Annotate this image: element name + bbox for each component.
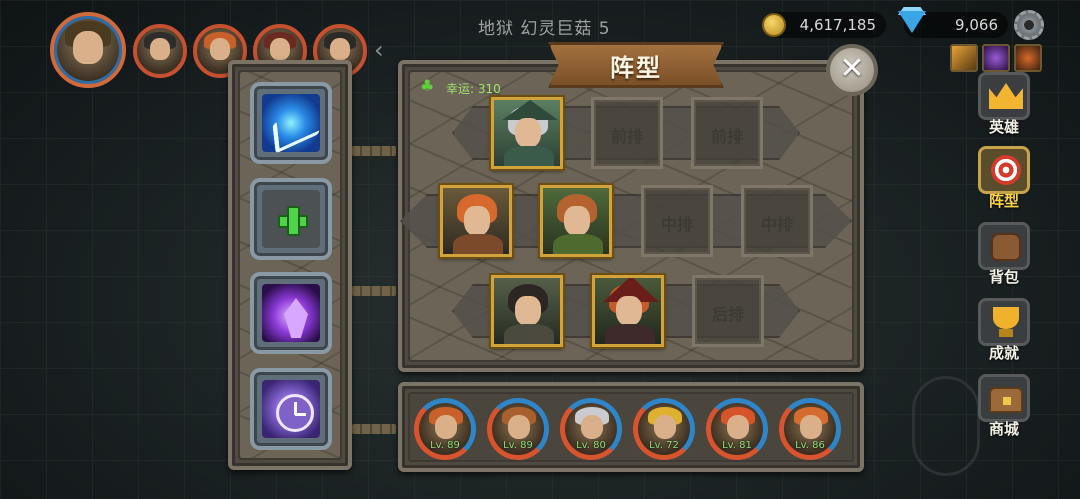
clock-skill-slot[interactable] (250, 368, 332, 450)
nav-icon-frame (978, 72, 1030, 120)
trophy-base (999, 329, 1013, 337)
nav-label: 成就 (988, 344, 1019, 362)
hero-face (564, 206, 590, 236)
nav-formation[interactable]: 阵型 (976, 146, 1032, 214)
luck-value: 幸运: 310 (446, 82, 501, 96)
gold-coin-icon (762, 13, 786, 37)
formation-title: 阵型 (610, 54, 662, 82)
plank (352, 286, 396, 296)
hero-body (504, 146, 554, 166)
boot-action-button[interactable] (912, 376, 980, 476)
gear-icon[interactable] (1014, 10, 1044, 40)
empty-slot-front[interactable]: 前排 (591, 97, 663, 169)
nav-shop[interactable]: 商城 (976, 374, 1032, 442)
skill-frame (262, 190, 320, 248)
backpack-icon (991, 233, 1021, 261)
slot-label: 前排 (710, 127, 743, 146)
skill-frame (262, 94, 320, 154)
clover-icon: ♣ (420, 76, 435, 95)
nav-label: 英雄 (988, 118, 1019, 136)
hero-face (800, 415, 822, 439)
slot-label: 前排 (610, 127, 643, 146)
roster-level: Lv. 89 (430, 440, 460, 451)
crystal-skill-slot[interactable] (250, 272, 332, 354)
buff-icon[interactable] (1014, 44, 1042, 72)
gem-value: 9,066 (955, 16, 998, 34)
empty-slot-middle[interactable]: 中排 (641, 185, 713, 257)
hero-body (453, 234, 503, 254)
buff-icon[interactable] (982, 44, 1010, 72)
avatar-face (149, 38, 171, 61)
party-avatar[interactable] (133, 24, 187, 78)
chest-icon (989, 387, 1023, 413)
slot-label: 中排 (760, 215, 793, 234)
roster-level: Lv. 80 (576, 440, 606, 451)
lightning-skill-slot[interactable] (250, 82, 332, 164)
skill-frame (262, 380, 320, 438)
formation-hero-middle-2[interactable] (540, 185, 612, 257)
chevron-left-icon[interactable]: ‹ (374, 36, 384, 64)
formation-hero-back-1[interactable] (491, 275, 563, 347)
avatar-face (73, 30, 103, 64)
nav-icon-frame (978, 222, 1030, 270)
buff-icon[interactable] (950, 44, 978, 72)
plank (352, 146, 396, 156)
formation-hero-front-1[interactable] (491, 97, 563, 169)
add-skill-button[interactable] (250, 178, 332, 260)
stage-title: 地狱 幻灵巨菇 5 (478, 19, 611, 39)
hero-body (605, 324, 655, 344)
nav-icon-frame (978, 146, 1030, 194)
hero-face (727, 415, 749, 439)
crown-icon (989, 83, 1023, 109)
avatar-face (209, 38, 231, 61)
nav-label: 阵型 (988, 192, 1019, 210)
gem-counter: 9,066 (898, 7, 1008, 38)
formation-hero-middle-1[interactable] (440, 185, 512, 257)
empty-slot-back[interactable]: 后排 (692, 275, 764, 347)
empty-slot-front[interactable]: 前排 (691, 97, 763, 169)
roster-level: Lv. 72 (649, 440, 679, 451)
roster-level: Lv. 86 (795, 440, 825, 451)
hero-face (616, 296, 642, 326)
roster-level: Lv. 89 (503, 440, 533, 451)
formation-hero-back-2[interactable] (592, 275, 664, 347)
hero-body (553, 234, 603, 254)
hero-face (435, 415, 457, 439)
close-button[interactable]: ✕ (826, 44, 878, 96)
hero-body (504, 324, 554, 344)
empty-slot-middle[interactable]: 中排 (741, 185, 813, 257)
lightning-icon (272, 104, 320, 154)
hero-face (464, 206, 490, 236)
trophy-icon (993, 307, 1019, 329)
avatar-face (269, 38, 291, 61)
skill-frame (262, 284, 320, 342)
clock-icon (276, 394, 314, 432)
nav-icon-frame (978, 298, 1030, 346)
hero-face (581, 415, 603, 439)
nav-backpack[interactable]: 背包 (976, 222, 1032, 290)
nav-label: 背包 (988, 268, 1019, 286)
nav-icon-frame (978, 374, 1030, 422)
gold-counter: 4,617,185 (762, 12, 886, 38)
nav-heroes[interactable]: 英雄 (976, 72, 1032, 140)
gem-icon-base (898, 11, 926, 33)
avatar-face (329, 38, 351, 61)
gold-value: 4,617,185 (799, 16, 876, 34)
crystal-icon (284, 298, 308, 338)
hero-face (515, 296, 541, 326)
nav-label: 商城 (988, 420, 1019, 438)
hero-face (654, 415, 676, 439)
target-icon (991, 155, 1021, 185)
slot-label: 后排 (711, 305, 744, 324)
roster-level: Lv. 81 (722, 440, 752, 451)
plank (352, 424, 396, 434)
nav-achievements[interactable]: 成就 (976, 298, 1032, 366)
hero-face (515, 118, 541, 148)
hero-face (508, 415, 530, 439)
main-hero-avatar[interactable] (50, 12, 126, 88)
slot-label: 中排 (660, 215, 693, 234)
